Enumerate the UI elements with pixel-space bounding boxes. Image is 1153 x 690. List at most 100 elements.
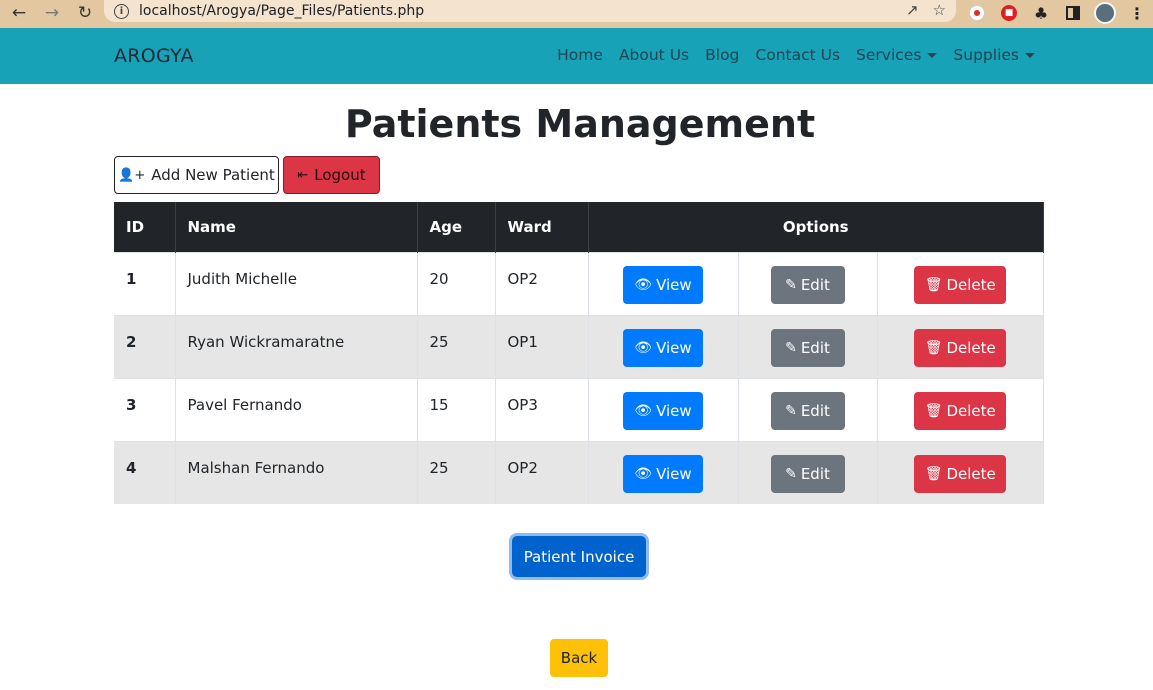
table-row: 4 Malshan Fernando 25 OP2 👁 View ✎ Edit 🗑 D… (114, 440, 1044, 504)
view-label: View (656, 275, 692, 294)
edit-button[interactable]: ✎ Edit (770, 391, 845, 430)
site-navbar: AROGYA Home About Us Blog Contact Us Ser… (0, 28, 1153, 84)
nav-about[interactable]: About Us (619, 46, 689, 64)
delete-button[interactable]: 🗑 Delete (914, 391, 1007, 430)
cell-edit: ✎ Edit (738, 251, 878, 315)
back-arrow-icon[interactable]: ← (8, 2, 30, 24)
cell-ward: OP1 (495, 314, 589, 378)
table-row: 2 Ryan Wickramaratne 25 OP1 👁 View ✎ Edit … (114, 314, 1044, 378)
share-icon[interactable]: ↗ (906, 1, 919, 19)
edit-label: Edit (800, 401, 830, 420)
cell-ward: OP2 (495, 440, 589, 504)
cell-id: 3 (114, 377, 176, 441)
logout-button[interactable]: ⇤ Logout (283, 156, 380, 194)
pencil-icon: ✎ (785, 465, 797, 482)
cell-age: 15 (417, 377, 496, 441)
cell-name: Malshan Fernando (175, 440, 418, 504)
stop-extension-icon[interactable]: ■ (998, 2, 1020, 24)
address-bar[interactable]: i localhost/Arogya/Page_Files/Patients.p… (104, 0, 956, 22)
nav-supplies-label: Supplies (953, 46, 1019, 64)
cell-id: 1 (114, 251, 176, 315)
eye-icon: 👁 (634, 276, 653, 293)
edit-button[interactable]: ✎ Edit (770, 454, 845, 493)
nav-services-dropdown[interactable]: Services (856, 46, 938, 64)
eye-icon: 👁 (634, 465, 653, 482)
add-new-patient-button[interactable]: 👤+ Add New Patient (114, 156, 279, 194)
caret-down-icon (927, 53, 938, 58)
cell-view: 👁 View (588, 251, 739, 315)
user-plus-icon: 👤+ (118, 167, 146, 183)
cell-view: 👁 View (588, 314, 739, 378)
logout-label: Logout (314, 166, 366, 184)
header-ward: Ward (495, 202, 589, 252)
pencil-icon: ✎ (785, 276, 797, 293)
delete-button[interactable]: 🗑 Delete (914, 328, 1007, 367)
view-button[interactable]: 👁 View (623, 454, 703, 493)
edit-label: Edit (800, 338, 830, 357)
cell-edit: ✎ Edit (738, 377, 878, 441)
nav-contact[interactable]: Contact Us (755, 46, 840, 64)
trash-icon: 🗑 (924, 276, 943, 293)
caret-down-icon (1025, 53, 1035, 58)
delete-label: Delete (946, 464, 996, 483)
patients-table: ID Name Age Ward Options 1 Judith Michel… (114, 202, 1044, 504)
logout-icon: ⇤ (297, 167, 309, 183)
view-button[interactable]: 👁 View (623, 265, 703, 304)
reload-icon[interactable]: ↻ (74, 2, 96, 24)
edit-label: Edit (800, 464, 830, 483)
cell-delete: 🗑 Delete (877, 440, 1044, 504)
eye-icon: 👁 (634, 339, 653, 356)
view-label: View (656, 401, 692, 420)
profile-avatar[interactable] (1094, 2, 1116, 24)
view-button[interactable]: 👁 View (623, 391, 703, 430)
nav-blog[interactable]: Blog (705, 46, 739, 64)
delete-label: Delete (946, 401, 996, 420)
forward-arrow-icon[interactable]: → (41, 2, 63, 24)
brand-logo[interactable]: AROGYA (114, 45, 194, 67)
delete-label: Delete (946, 338, 996, 357)
view-label: View (656, 338, 692, 357)
view-button[interactable]: 👁 View (623, 328, 703, 367)
patient-invoice-button[interactable]: Patient Invoice (512, 536, 646, 577)
browser-toolbar: ← → ↻ i localhost/Arogya/Page_Files/Pati… (0, 0, 1153, 28)
edit-button[interactable]: ✎ Edit (770, 265, 845, 304)
cell-delete: 🗑 Delete (877, 251, 1044, 315)
page-title: Patients Management (344, 102, 816, 146)
cell-id: 4 (114, 440, 176, 504)
cell-edit: ✎ Edit (738, 314, 878, 378)
cell-age: 25 (417, 440, 496, 504)
trash-icon: 🗑 (924, 402, 943, 419)
record-extension-icon[interactable] (966, 2, 988, 24)
add-new-patient-label: Add New Patient (151, 166, 275, 184)
delete-label: Delete (946, 275, 996, 294)
info-icon[interactable]: i (114, 3, 129, 19)
cell-id: 2 (114, 314, 176, 378)
bookmark-star-icon[interactable]: ☆ (933, 1, 946, 19)
back-button[interactable]: Back (550, 639, 608, 677)
table-row: 3 Pavel Fernando 15 OP3 👁 View ✎ Edit 🗑 Del… (114, 377, 1044, 441)
cell-view: 👁 View (588, 377, 739, 441)
cell-ward: OP3 (495, 377, 589, 441)
cell-ward: OP2 (495, 251, 589, 315)
url-text[interactable]: localhost/Arogya/Page_Files/Patients.php (139, 3, 424, 19)
delete-button[interactable]: 🗑 Delete (914, 454, 1007, 493)
header-name: Name (175, 202, 418, 252)
nav-supplies-dropdown[interactable]: Supplies (953, 46, 1035, 64)
side-panel-icon[interactable] (1062, 2, 1084, 24)
cell-age: 20 (417, 251, 496, 315)
more-menu-icon[interactable]: ⋮ (1126, 2, 1148, 24)
edit-button[interactable]: ✎ Edit (770, 328, 845, 367)
header-id: ID (114, 202, 176, 252)
cell-delete: 🗑 Delete (877, 377, 1044, 441)
extensions-puzzle-icon[interactable]: ♣ (1030, 2, 1052, 24)
pencil-icon: ✎ (785, 339, 797, 356)
header-age: Age (417, 202, 496, 252)
table-row: 1 Judith Michelle 20 OP2 👁 View ✎ Edit 🗑 De… (114, 251, 1044, 315)
trash-icon: 🗑 (924, 465, 943, 482)
delete-button[interactable]: 🗑 Delete (914, 265, 1007, 304)
nav-home[interactable]: Home (557, 46, 603, 64)
nav-services-label: Services (856, 46, 922, 64)
cell-name: Ryan Wickramaratne (175, 314, 418, 378)
cell-edit: ✎ Edit (738, 440, 878, 504)
nav-links: Home About Us Blog Contact Us Services S… (557, 46, 1035, 64)
